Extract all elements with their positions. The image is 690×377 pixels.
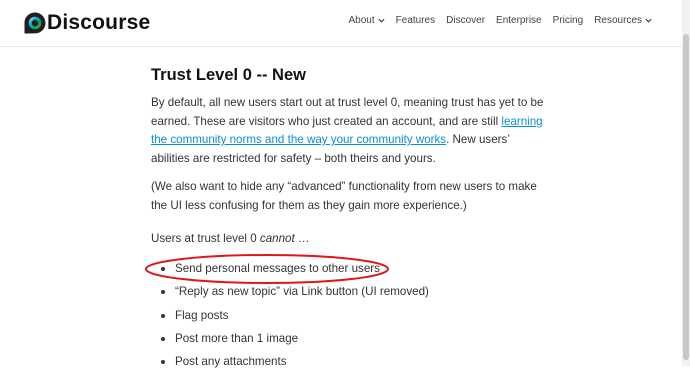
nav-discover[interactable]: Discover bbox=[446, 15, 485, 26]
cannot-emphasis: cannot bbox=[259, 232, 295, 245]
chevron-down-icon bbox=[645, 18, 652, 23]
site-header: Discourse About Features Discover Enterp… bbox=[0, 0, 690, 47]
article-content: Trust Level 0 -- New By default, all new… bbox=[151, 64, 551, 368]
nav-about[interactable]: About bbox=[349, 15, 385, 26]
main-nav: About Features Discover Enterprise Prici… bbox=[338, 15, 652, 26]
nav-pricing-label: Pricing bbox=[552, 15, 584, 26]
logo-text: Discourse bbox=[47, 11, 151, 34]
scrollbar-thumb[interactable] bbox=[683, 34, 689, 360]
discourse-logo-icon bbox=[24, 12, 46, 34]
nav-about-label: About bbox=[348, 15, 375, 26]
list-item: Flag posts bbox=[151, 308, 551, 331]
list-item: “Reply as new topic” via Link button (UI… bbox=[151, 284, 551, 307]
nav-discover-label: Discover bbox=[446, 15, 486, 26]
paragraph-cannot: Users at trust level 0 cannot … bbox=[151, 230, 551, 249]
restrictions-list: Send personal messages to other users “R… bbox=[151, 261, 551, 377]
nav-pricing[interactable]: Pricing bbox=[553, 15, 584, 26]
nav-resources[interactable]: Resources bbox=[594, 15, 652, 26]
scrollbar[interactable] bbox=[682, 0, 690, 366]
nav-enterprise-label: Enterprise bbox=[496, 15, 542, 26]
article-title: Trust Level 0 -- New bbox=[151, 66, 306, 84]
nav-enterprise[interactable]: Enterprise bbox=[496, 15, 542, 26]
list-item: Post more than 1 image bbox=[151, 331, 551, 354]
cannot-intro-text: Users at trust level 0 bbox=[151, 232, 260, 245]
nav-features[interactable]: Features bbox=[396, 15, 435, 26]
paragraph-intro-text-start: By default, all new users start out at t… bbox=[151, 96, 544, 128]
nav-features-label: Features bbox=[395, 15, 436, 26]
nav-resources-label: Resources bbox=[594, 15, 642, 26]
discourse-logo[interactable]: Discourse bbox=[24, 9, 150, 37]
chevron-down-icon bbox=[378, 18, 385, 23]
cannot-ellipsis: … bbox=[294, 232, 310, 245]
paragraph-advanced: (We also want to hide any “advanced” fun… bbox=[151, 180, 537, 212]
paragraph-intro: By default, all new users start out at t… bbox=[151, 94, 551, 168]
list-item: Send personal messages to other users bbox=[151, 261, 551, 284]
